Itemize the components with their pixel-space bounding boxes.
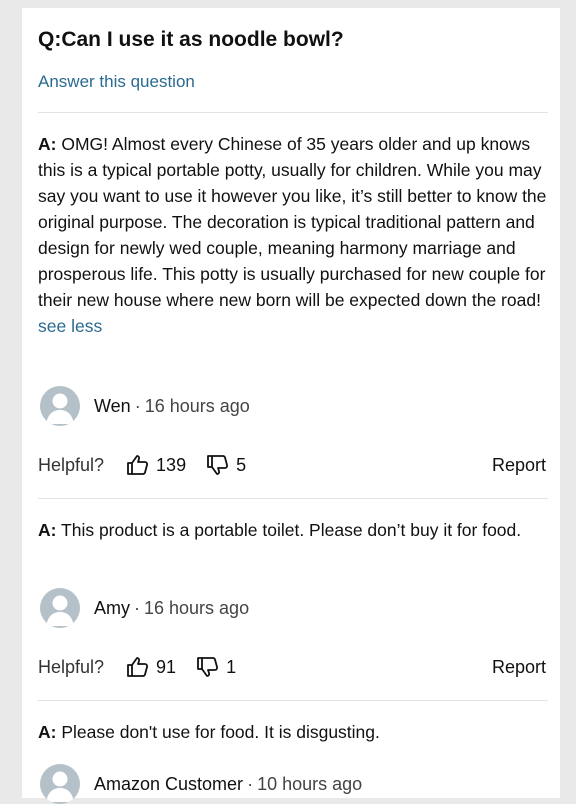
divider xyxy=(38,498,548,499)
answer-3-text: A: Please don't use for food. It is disg… xyxy=(38,719,550,745)
see-less-link[interactable]: see less xyxy=(38,316,102,336)
qa-card: Q:Can I use it as noodle bowl? Answer th… xyxy=(22,8,560,804)
upvote-count: 139 xyxy=(156,454,187,475)
author-separator: · xyxy=(134,395,141,416)
answer-question-link[interactable]: Answer this question xyxy=(38,72,195,92)
helpful-label: Helpful? xyxy=(38,656,105,677)
answer-prefix: A: xyxy=(38,722,57,742)
downvote-count: 5 xyxy=(236,454,247,475)
answer-prefix: A: xyxy=(38,520,57,540)
upvote-count: 91 xyxy=(156,656,177,677)
report-link[interactable]: Report xyxy=(492,455,546,476)
author-separator: · xyxy=(247,773,254,794)
report-link[interactable]: Report xyxy=(492,657,546,678)
answer-2-author: Amy · 16 hours ago xyxy=(40,588,249,628)
upvote-button[interactable]: 91 xyxy=(126,655,176,679)
answer-time: 16 hours ago xyxy=(144,597,250,618)
answer-time: 16 hours ago xyxy=(144,395,250,416)
author-separator: · xyxy=(134,597,140,618)
downvote-button[interactable]: 1 xyxy=(196,655,236,679)
divider xyxy=(38,700,548,701)
thumbs-up-icon xyxy=(127,657,149,677)
answer-prefix: A: xyxy=(38,134,57,154)
answer-body: Please don't use for food. It is disgust… xyxy=(61,722,380,742)
answer-time: 10 hours ago xyxy=(257,773,363,794)
helpful-label: Helpful? xyxy=(38,454,105,475)
answer-1-text: A: OMG! Almost every Chinese of 35 years… xyxy=(38,131,550,339)
answer-3-author: Amazon Customer · 10 hours ago xyxy=(40,764,362,804)
author-name: Wen xyxy=(94,395,131,416)
upvote-button[interactable]: 139 xyxy=(126,453,186,477)
answer-body: OMG! Almost every Chinese of 35 years ol… xyxy=(38,134,547,310)
author-name: Amy xyxy=(94,597,130,618)
question-title: Q:Can I use it as noodle bowl? xyxy=(38,28,344,51)
thumbs-down-icon xyxy=(197,657,219,677)
answer-2-text: A: This product is a portable toilet. Pl… xyxy=(38,517,550,543)
answer-1-author: Wen · 16 hours ago xyxy=(40,386,250,426)
answer-body: This product is a portable toilet. Pleas… xyxy=(61,520,522,540)
downvote-button[interactable]: 5 xyxy=(206,453,246,477)
user-silhouette-icon xyxy=(40,588,80,628)
thumbs-down-icon xyxy=(207,455,229,475)
user-silhouette-icon xyxy=(40,764,80,804)
answer-1-helpful-row: Helpful? 139 5 Report xyxy=(38,450,546,480)
answer-2-helpful-row: Helpful? 91 1 Report xyxy=(38,652,546,682)
thumbs-up-icon xyxy=(127,455,149,475)
author-name: Amazon Customer xyxy=(94,773,244,794)
downvote-count: 1 xyxy=(226,656,237,677)
divider xyxy=(38,112,548,113)
user-silhouette-icon xyxy=(40,386,80,426)
